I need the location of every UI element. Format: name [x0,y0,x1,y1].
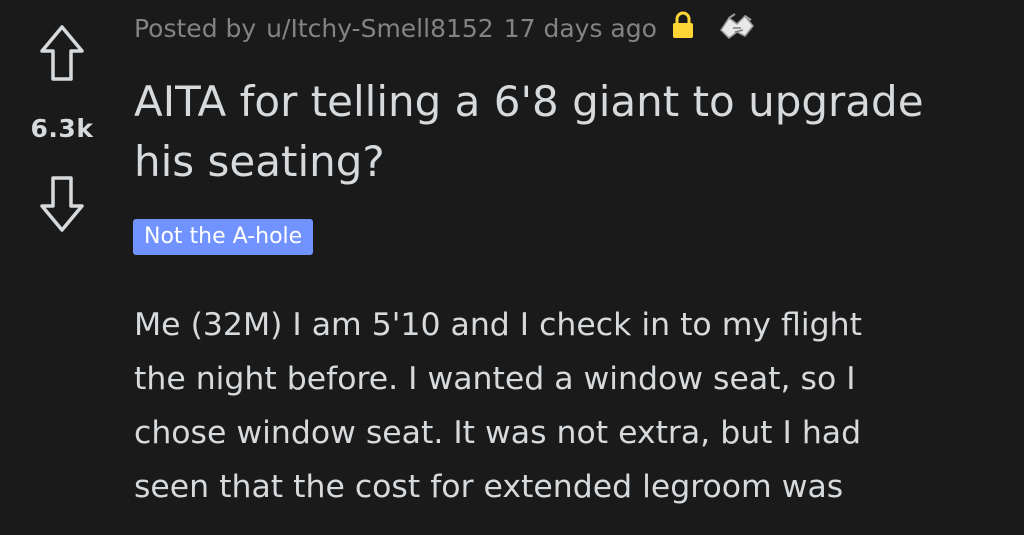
post-flair[interactable]: Not the A-hole [133,219,314,255]
post-body-line: seen that the cost for extended legroom … [134,469,844,505]
post-meta: Posted by u/Itchy-Smell8152 17 days ago [134,8,757,48]
handshake-award-icon[interactable] [717,8,757,48]
post-title-line-1: AITA for telling a 6'8 giant to upgrade [134,77,924,126]
vote-column: 6.3k [20,22,104,235]
author-link[interactable]: u/Itchy-Smell8152 [266,14,494,43]
downvote-button[interactable] [36,173,88,235]
upvote-button[interactable] [36,22,88,84]
posted-by-label: Posted by [134,13,257,43]
post-body-line: chose window seat. It was not extra, but… [134,415,862,451]
post-age: 17 days ago [503,13,657,43]
post-body-line: Me (32M) I am 5'10 and I check in to my … [134,307,862,343]
downvote-arrow-icon [40,176,84,232]
lock-icon [671,11,695,45]
post-card: 6.3k Posted by u/Itchy-Smell8152 17 days… [0,0,1024,535]
post-title[interactable]: AITA for telling a 6'8 giant to upgrade … [134,72,1014,192]
vote-score: 6.3k [30,114,94,143]
upvote-arrow-icon [40,25,84,81]
post-body: Me (32M) I am 5'10 and I check in to my … [134,298,1014,514]
post-title-line-2: his seating? [134,137,385,186]
post-body-line: the night before. I wanted a window seat… [134,361,856,397]
